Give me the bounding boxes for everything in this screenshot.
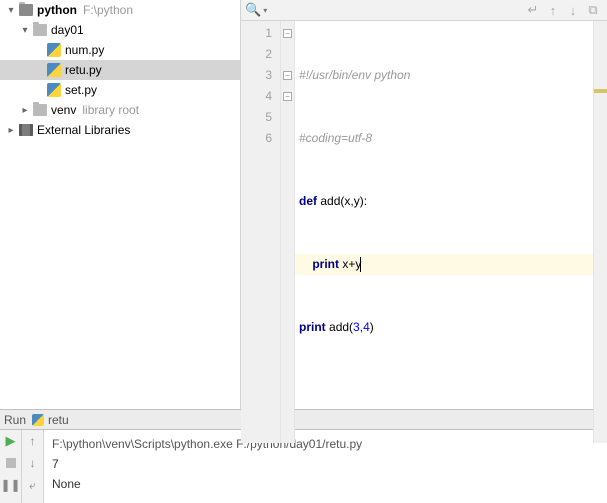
- folder-icon: [33, 104, 47, 116]
- line-gutter: 1 2 3 4 5 6: [241, 21, 281, 443]
- project-path: F:\python: [83, 3, 133, 17]
- caret-down-icon[interactable]: ▾: [18, 25, 32, 36]
- code-line[interactable]: print add(3,4): [295, 317, 593, 338]
- python-file-icon: [47, 43, 61, 57]
- fold-column: − − −: [281, 21, 295, 443]
- line-number: 5: [241, 107, 272, 128]
- folder-icon: [33, 24, 47, 36]
- tree-label: venv: [51, 103, 76, 117]
- editor-search-bar: 🔍 ▾ ↵ ↑ ↓ ⧉: [241, 0, 607, 21]
- scroll-up-button[interactable]: ↑: [25, 433, 41, 449]
- tree-label: retu.py: [65, 63, 102, 77]
- tree-label: External Libraries: [37, 123, 130, 137]
- fold-toggle-icon[interactable]: −: [283, 71, 292, 80]
- run-config-name: retu: [48, 413, 69, 427]
- run-button[interactable]: ▶: [3, 433, 19, 449]
- caret-right-icon[interactable]: ▸: [18, 105, 32, 116]
- line-number: 2: [241, 44, 272, 65]
- stop-button[interactable]: [3, 455, 19, 471]
- code-line[interactable]: #coding=utf-8: [295, 128, 593, 149]
- tree-file-retu[interactable]: retu.py: [0, 60, 240, 80]
- line-number: 4: [241, 86, 272, 107]
- output-line: None: [52, 474, 599, 494]
- code-line[interactable]: #!/usr/bin/env python: [295, 65, 593, 86]
- library-icon: [19, 124, 33, 136]
- scroll-down-button[interactable]: ↓: [25, 455, 41, 471]
- editor-pane: 🔍 ▾ ↵ ↑ ↓ ⧉ 1 2 3 4 5 6 − − −: [241, 0, 607, 409]
- tree-external-libraries[interactable]: ▸ External Libraries: [0, 120, 240, 140]
- python-file-icon: [47, 63, 61, 77]
- line-number: 3: [241, 65, 272, 86]
- soft-wrap-button[interactable]: ⤶: [25, 477, 41, 493]
- python-file-icon: [47, 83, 61, 97]
- output-line: 7: [52, 454, 599, 474]
- tree-file-set[interactable]: set.py: [0, 80, 240, 100]
- search-input[interactable]: [267, 3, 523, 17]
- search-icon[interactable]: 🔍: [245, 2, 261, 18]
- code-lines[interactable]: #!/usr/bin/env python #coding=utf-8 def …: [295, 21, 593, 443]
- line-number: 1: [241, 23, 272, 44]
- project-tree[interactable]: ▾ python F:\python ▾ day01 num.py retu.p…: [0, 0, 241, 409]
- enter-icon[interactable]: ↵: [523, 0, 543, 20]
- run-toolbar-secondary: ↑ ↓ ⤶: [22, 430, 44, 503]
- tree-label: set.py: [65, 83, 97, 97]
- filter-icon[interactable]: ⧉: [583, 0, 603, 20]
- text-cursor: [360, 257, 361, 272]
- code-area[interactable]: 1 2 3 4 5 6 − − − #!/usr/bin/env python …: [241, 21, 607, 443]
- tree-label: num.py: [65, 43, 104, 57]
- project-root-node[interactable]: ▾ python F:\python: [0, 0, 240, 20]
- line-number: 6: [241, 128, 272, 149]
- code-line-current[interactable]: print x+y: [295, 254, 593, 275]
- caret-right-icon[interactable]: ▸: [4, 125, 18, 136]
- arrow-down-icon[interactable]: ↓: [563, 0, 583, 20]
- caret-down-icon[interactable]: ▾: [4, 5, 18, 16]
- fold-toggle-icon[interactable]: −: [283, 29, 292, 38]
- tree-folder-venv[interactable]: ▸ venv library root: [0, 100, 240, 120]
- tree-label: day01: [51, 23, 84, 37]
- python-file-icon: [32, 414, 44, 426]
- arrow-up-icon[interactable]: ↑: [543, 0, 563, 20]
- tree-file-num[interactable]: num.py: [0, 40, 240, 60]
- code-line[interactable]: [295, 380, 593, 401]
- tree-folder-day01[interactable]: ▾ day01: [0, 20, 240, 40]
- pause-button[interactable]: ❚❚: [3, 477, 19, 493]
- run-toolbar-primary: ▶ ❚❚: [0, 430, 22, 503]
- venv-note: library root: [82, 103, 139, 117]
- run-label: Run: [4, 413, 26, 427]
- error-stripe[interactable]: [593, 21, 607, 443]
- fold-toggle-icon[interactable]: −: [283, 92, 292, 101]
- code-line[interactable]: def add(x,y):: [295, 191, 593, 212]
- warning-marker[interactable]: [594, 89, 607, 93]
- folder-icon: [19, 4, 33, 16]
- project-name: python: [37, 3, 77, 17]
